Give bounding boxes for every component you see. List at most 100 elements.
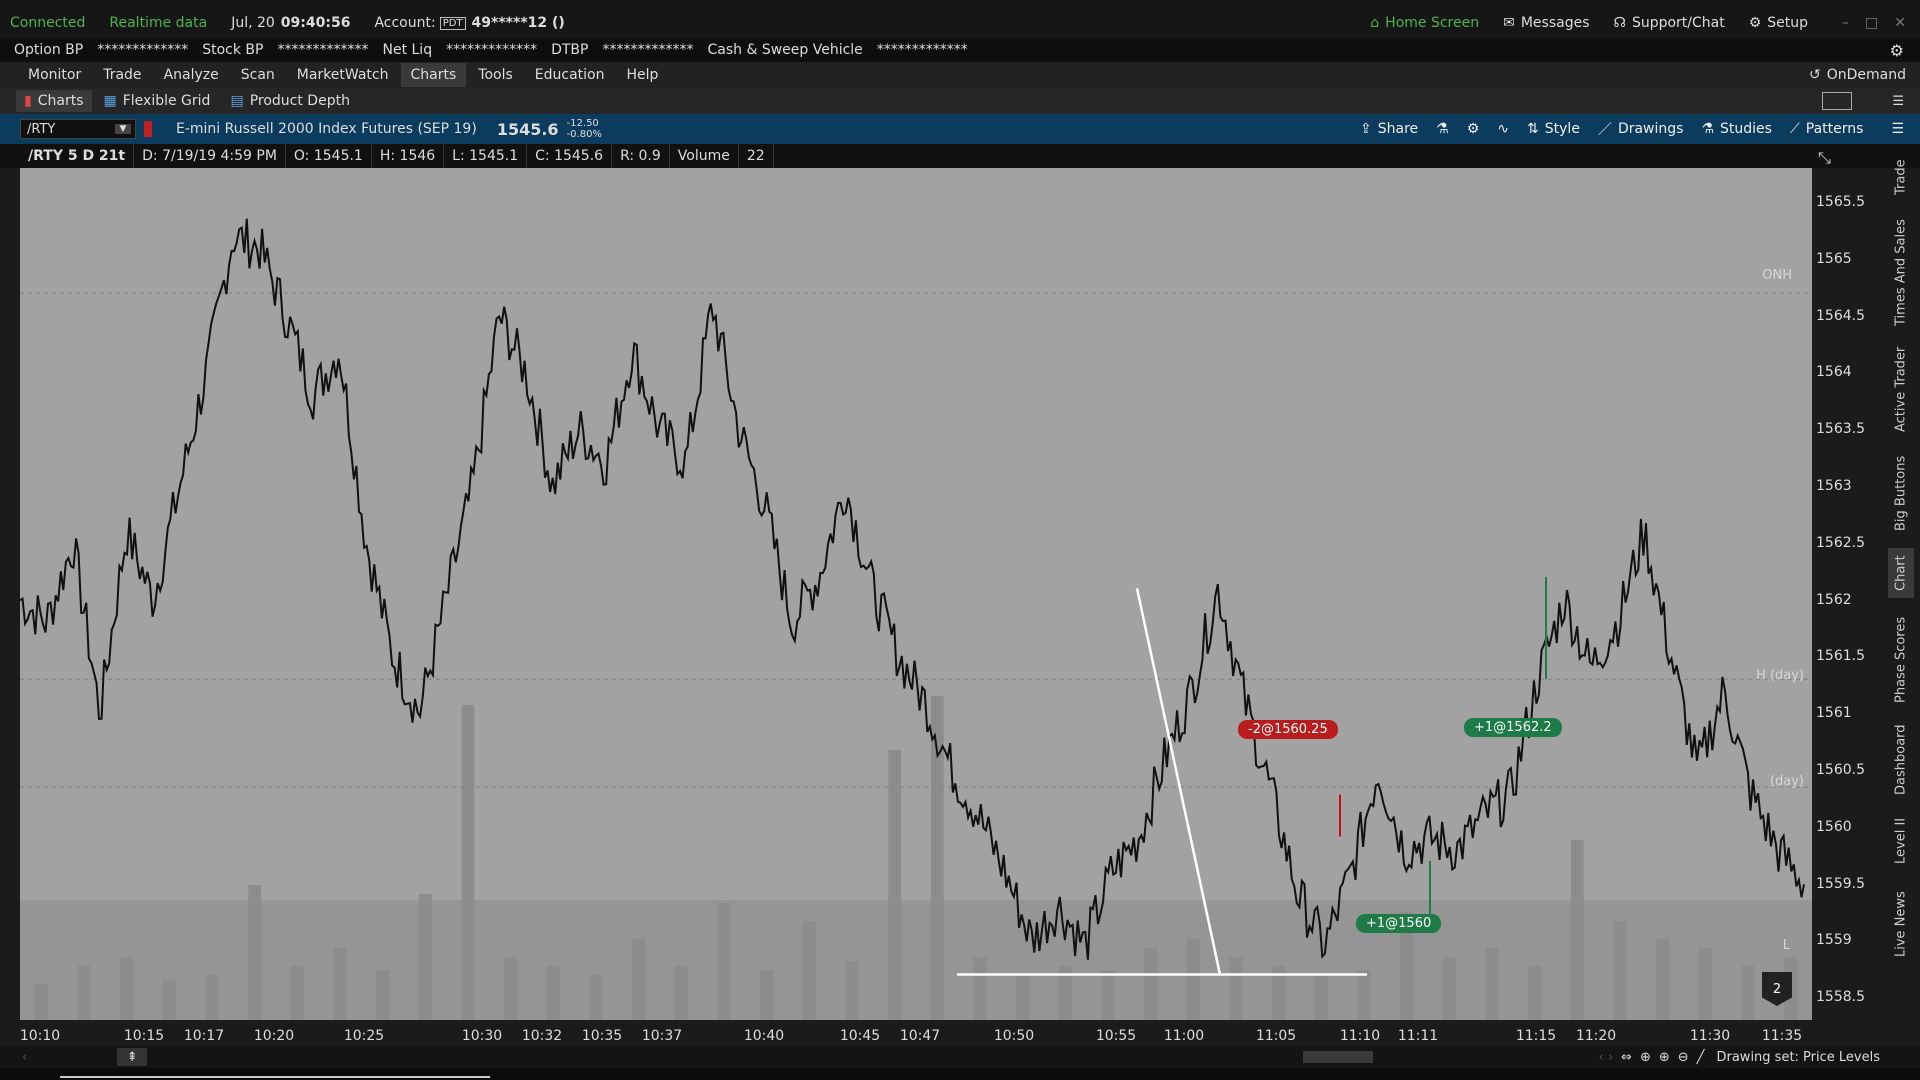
pan-icon[interactable]: ⇔ bbox=[1621, 1050, 1632, 1065]
nav-marketwatch[interactable]: MarketWatch bbox=[287, 63, 399, 87]
volume-bar bbox=[248, 885, 262, 1020]
gear-icon: ⚙ bbox=[1466, 121, 1480, 137]
status-time: 09:40:56 bbox=[280, 15, 351, 31]
axis-scale-icon[interactable]: ⤡ bbox=[1818, 148, 1831, 168]
subtab-charts[interactable]: ▮ Charts bbox=[16, 90, 92, 112]
volume-bar bbox=[717, 903, 731, 1020]
patterns-button[interactable]: ⟋ Patterns bbox=[1790, 121, 1863, 137]
nav-education[interactable]: Education bbox=[525, 63, 615, 87]
chart-footer: ‹ ⇞ ‹ › ⇔ ⊕ ⊕ ⊖ ╱ Drawing set: Price Lev… bbox=[0, 1046, 1920, 1068]
symbol-input[interactable]: /RTY ▼ bbox=[20, 119, 136, 139]
y-tick-label: 1562.5 bbox=[1816, 534, 1865, 551]
side-tab-level-ii[interactable]: Level II bbox=[1888, 812, 1914, 870]
nav-charts[interactable]: Charts bbox=[400, 63, 467, 87]
side-tab-phase-scores[interactable]: Phase Scores bbox=[1888, 610, 1914, 710]
minimize-button[interactable]: – bbox=[1842, 15, 1849, 31]
zoom-out-icon[interactable]: ⊖ bbox=[1678, 1050, 1689, 1065]
zoom-in-icon[interactable]: ⊕ bbox=[1659, 1050, 1670, 1065]
expand-icon[interactable]: ⇞ bbox=[117, 1048, 148, 1066]
x-tick-label: 11:00 bbox=[1163, 1028, 1205, 1044]
nav-analyze[interactable]: Analyze bbox=[154, 63, 229, 87]
nav-trade[interactable]: Trade bbox=[93, 63, 151, 87]
pulse-icon: ∿ bbox=[1497, 121, 1510, 137]
style-button[interactable]: ⇅ Style bbox=[1527, 121, 1580, 137]
patterns-icon: ⟋ bbox=[1789, 121, 1800, 137]
nav-tools[interactable]: Tools bbox=[468, 63, 523, 87]
toolbar-menu-icon[interactable]: ☰ bbox=[1891, 121, 1904, 137]
order-tag[interactable]: +1@1560 bbox=[1356, 914, 1442, 933]
sub-tabs: ▮ Charts ▦ Flexible Grid ▤ Product Depth ☰ bbox=[0, 88, 1920, 114]
bar-chart-icon: ▮ bbox=[24, 93, 32, 109]
flask-icon: ⚗ bbox=[1436, 121, 1449, 137]
close-button[interactable]: ✕ bbox=[1894, 15, 1906, 31]
horizontal-scrollbar[interactable] bbox=[1303, 1051, 1374, 1063]
volume-band bbox=[20, 900, 1812, 1020]
x-tick-label: 10:50 bbox=[993, 1028, 1035, 1044]
balance-label: Cash & Sweep Vehicle bbox=[707, 42, 863, 58]
flask-button[interactable]: ⚗ bbox=[1436, 121, 1449, 137]
share-icon: ⇪ bbox=[1360, 121, 1372, 137]
crosshair-icon[interactable]: ⊕ bbox=[1640, 1050, 1651, 1065]
last-price: 1545.6 bbox=[496, 119, 559, 139]
side-tab-trade[interactable]: Trade bbox=[1888, 152, 1914, 202]
scroll-icon[interactable]: ‹ › bbox=[1599, 1050, 1614, 1065]
support-chat-button[interactable]: ☊ Support/Chat bbox=[1614, 15, 1725, 31]
side-tab-chart[interactable]: Chart bbox=[1888, 548, 1914, 598]
settings-gear-icon[interactable]: ⚙ bbox=[1890, 41, 1904, 60]
ondemand-button[interactable]: ↺ OnDemand bbox=[1809, 67, 1906, 83]
signal-button[interactable]: ∿ bbox=[1497, 121, 1509, 137]
account-selector[interactable]: 49*****12 () bbox=[472, 15, 565, 31]
x-tick-label: 10:37 bbox=[641, 1028, 683, 1044]
volume-bar bbox=[376, 970, 390, 1020]
chart-settings-button[interactable]: ⚙ bbox=[1467, 121, 1480, 137]
realtime-status[interactable]: Realtime data bbox=[109, 15, 207, 31]
volume-bar bbox=[1698, 948, 1712, 1020]
pdt-badge: PDT bbox=[439, 16, 466, 30]
level-l-day: (day) bbox=[1769, 774, 1804, 789]
subtab-product-depth[interactable]: ▤ Product Depth bbox=[222, 90, 357, 112]
layout-icon[interactable] bbox=[1822, 92, 1853, 110]
drawing-set[interactable]: Drawing set: Price Levels bbox=[1716, 1050, 1880, 1065]
side-tab-times-and-sales[interactable]: Times And Sales bbox=[1888, 214, 1914, 332]
y-tick-label: 1561 bbox=[1816, 705, 1852, 722]
share-button[interactable]: ⇪ Share bbox=[1360, 121, 1418, 137]
messages-button[interactable]: ✉ Messages bbox=[1503, 15, 1589, 31]
nav-help[interactable]: Help bbox=[616, 63, 668, 87]
drawing-tool-icon[interactable]: ╱ bbox=[1697, 1050, 1705, 1065]
side-tab-dashboard[interactable]: Dashboard bbox=[1888, 718, 1914, 802]
side-tab-active-trader[interactable]: Active Trader bbox=[1888, 340, 1914, 438]
balance-label: Stock BP bbox=[202, 42, 264, 58]
scroll-left-icon[interactable]: ‹ bbox=[22, 1050, 27, 1065]
nav-monitor[interactable]: Monitor bbox=[18, 63, 91, 87]
setup-button[interactable]: ⚙ Setup bbox=[1749, 15, 1808, 31]
envelope-icon: ✉ bbox=[1503, 15, 1515, 31]
volume-bar bbox=[418, 894, 432, 1020]
link-color-icon[interactable] bbox=[144, 121, 152, 137]
status-date: Jul, 20 bbox=[231, 15, 275, 31]
depth-icon: ▤ bbox=[230, 93, 244, 109]
menu-icon[interactable]: ☰ bbox=[1892, 94, 1904, 109]
y-tick-label: 1562 bbox=[1816, 591, 1852, 608]
subtab-flexible-grid[interactable]: ▦ Flexible Grid bbox=[96, 90, 219, 112]
balance-value: ************* bbox=[446, 42, 538, 58]
bar-low: L: 1545.1 bbox=[444, 144, 528, 168]
studies-button[interactable]: ⚗ Studies bbox=[1701, 121, 1772, 137]
home-screen-button[interactable]: ⌂ Home Screen bbox=[1370, 15, 1479, 31]
order-tag[interactable]: +1@1562.2 bbox=[1464, 718, 1562, 737]
grid-icon: ▦ bbox=[103, 93, 117, 109]
y-tick-label: 1563 bbox=[1816, 478, 1852, 495]
volume-bar bbox=[1656, 939, 1670, 1020]
volume-bar bbox=[34, 984, 48, 1020]
side-tab-live-news[interactable]: Live News bbox=[1888, 880, 1914, 968]
order-tag[interactable]: -2@1560.25 bbox=[1238, 720, 1338, 739]
bar-close: C: 1545.6 bbox=[527, 144, 613, 168]
side-tab-big-buttons[interactable]: Big Buttons bbox=[1888, 448, 1914, 538]
price-chart[interactable]: ONH H (day) (day) L -2@1560.25 +1@1562.2… bbox=[19, 168, 1812, 1020]
y-tick-label: 1559.5 bbox=[1816, 875, 1865, 892]
connection-status: Connected bbox=[10, 15, 86, 31]
volume-bar bbox=[120, 957, 134, 1020]
nav-scan[interactable]: Scan bbox=[231, 63, 285, 87]
volume-bar bbox=[1229, 957, 1243, 1020]
maximize-button[interactable]: □ bbox=[1865, 15, 1878, 31]
drawings-button[interactable]: ／ Drawings bbox=[1598, 119, 1684, 139]
